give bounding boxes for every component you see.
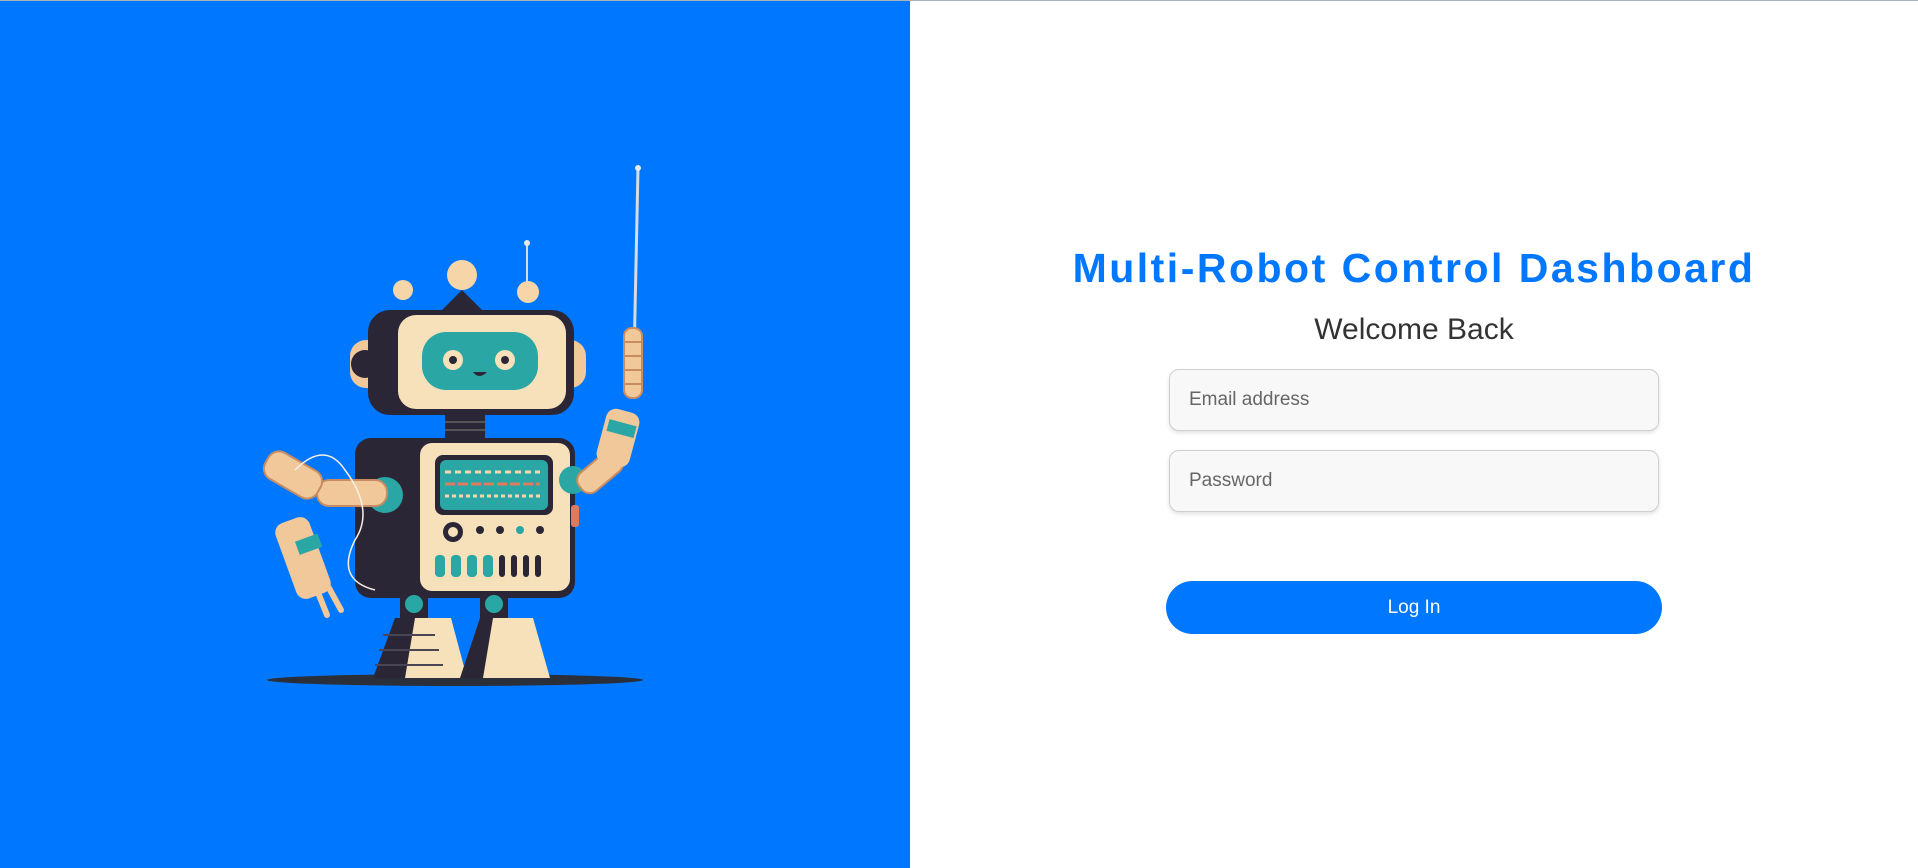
top-divider [0, 0, 1918, 1]
hero-panel [0, 0, 910, 868]
robot-illustration [262, 165, 643, 686]
login-form: Multi-Robot Control Dashboard Welcome Ba… [910, 240, 1918, 634]
login-page: Multi-Robot Control Dashboard Welcome Ba… [0, 0, 1918, 868]
login-button[interactable]: Log In [1166, 581, 1662, 634]
password-field[interactable] [1169, 450, 1659, 512]
page-title: Multi-Robot Control Dashboard [1072, 245, 1756, 291]
login-panel: Multi-Robot Control Dashboard Welcome Ba… [910, 0, 1918, 868]
email-field[interactable] [1169, 369, 1659, 431]
welcome-heading: Welcome Back [1314, 313, 1514, 346]
